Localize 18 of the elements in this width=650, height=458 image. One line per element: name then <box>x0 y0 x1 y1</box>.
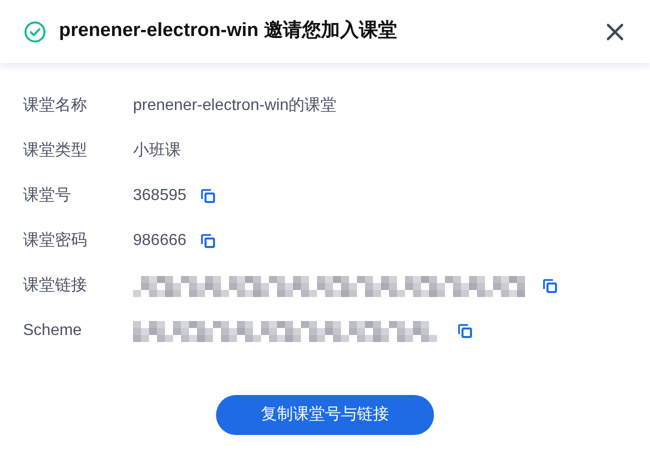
field-label: Scheme <box>23 321 83 341</box>
copy-room-link-button[interactable]: 复制课堂号与链接 <box>216 395 434 435</box>
close-icon <box>606 22 624 40</box>
field-label: 课堂号 <box>23 186 72 206</box>
copy-icon[interactable] <box>200 188 216 204</box>
field-label: 课堂类型 <box>23 140 88 161</box>
copy-icon[interactable] <box>200 233 216 249</box>
field-value: 368595 <box>133 186 186 206</box>
copy-icon[interactable] <box>542 278 558 294</box>
field-label: 课堂链接 <box>23 276 88 296</box>
field-value: prenener-electron-win的课堂 <box>133 96 337 116</box>
field-value: 986666 <box>133 231 186 251</box>
field-label: 课堂名称 <box>23 96 88 116</box>
field-value: 小班课 <box>133 140 181 161</box>
dialog-title: prenener-electron-win 邀请您加入课堂 <box>59 18 397 44</box>
field-label: 课堂密码 <box>23 230 88 251</box>
copy-icon[interactable] <box>457 323 473 339</box>
check-circle-icon <box>24 20 46 42</box>
